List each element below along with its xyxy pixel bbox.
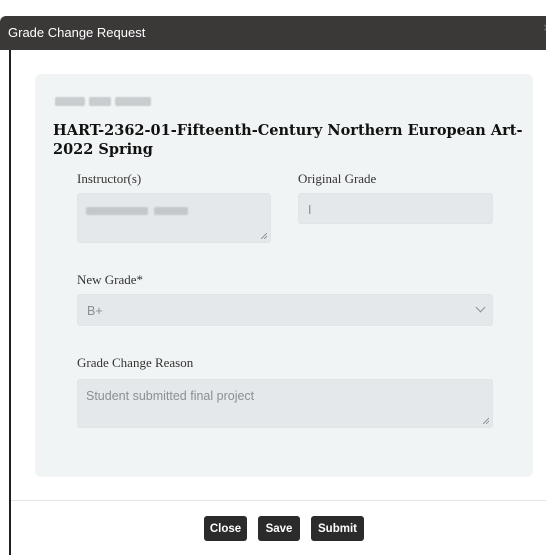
- close-button[interactable]: Close: [204, 516, 247, 541]
- new-grade-label: New Grade*: [77, 272, 144, 287]
- form-card: HART-2362-01-Fifteenth-Century Northern …: [35, 74, 533, 477]
- redacted-instructor-name: [86, 207, 148, 215]
- instructor-textarea[interactable]: [77, 193, 271, 243]
- resize-grip-icon[interactable]: [261, 233, 267, 239]
- redacted-instructor-name-2: [154, 207, 188, 215]
- submit-button[interactable]: Submit: [311, 516, 364, 541]
- instructor-label: Instructor(s): [77, 171, 142, 186]
- original-grade-field[interactable]: I: [298, 193, 493, 224]
- reason-text: Student submitted final project: [86, 389, 255, 403]
- new-grade-selected-value: B+: [87, 304, 103, 318]
- grade-change-dialog: Grade Change Request × HART-2362-01-Fift…: [0, 0, 546, 555]
- reason-textarea[interactable]: Student submitted final project: [77, 379, 493, 428]
- save-button[interactable]: Save: [258, 516, 300, 541]
- course-title: HART-2362-01-Fifteenth-Century Northern …: [53, 122, 523, 158]
- dialog-title: Grade Change Request: [8, 25, 146, 40]
- new-grade-select[interactable]: B+: [77, 294, 493, 326]
- original-grade-label: Original Grade: [298, 171, 377, 186]
- chevron-down-icon: [475, 302, 486, 313]
- dialog-titlebar: Grade Change Request ×: [0, 16, 546, 50]
- footer-divider: [11, 500, 546, 501]
- resize-grip-icon[interactable]: [483, 418, 489, 424]
- reason-label: Grade Change Reason: [77, 355, 194, 370]
- redacted-student-label: [55, 97, 155, 106]
